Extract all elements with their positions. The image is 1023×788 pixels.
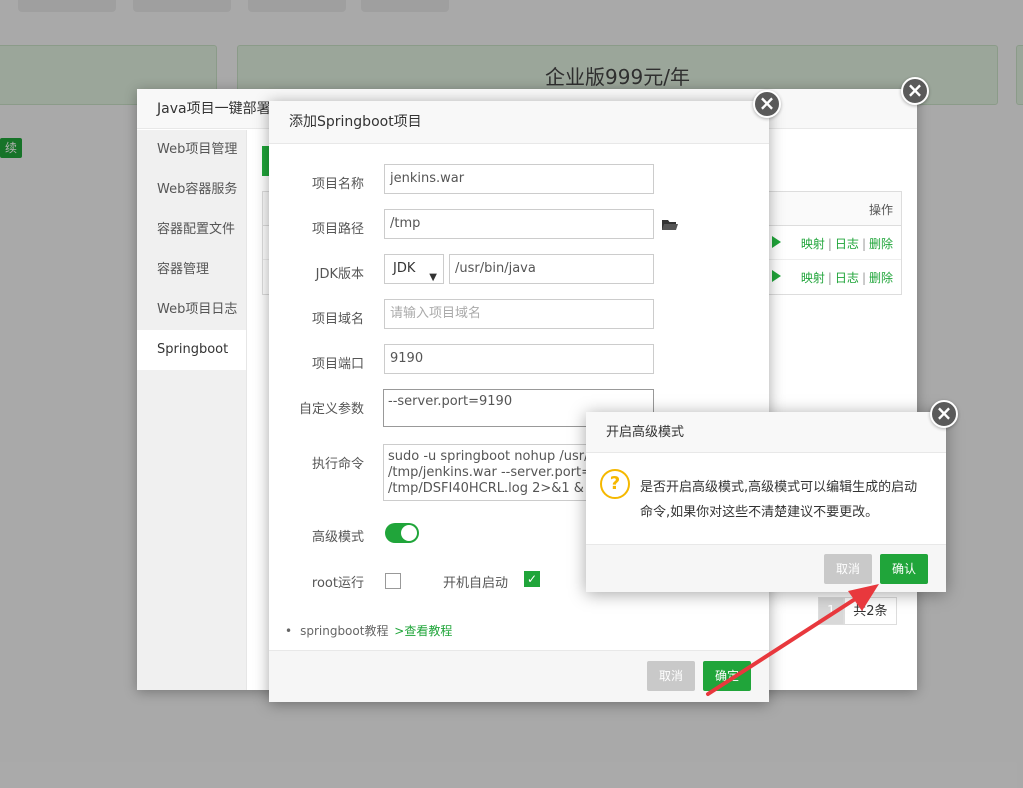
annotation-arrow-icon bbox=[706, 584, 879, 696]
